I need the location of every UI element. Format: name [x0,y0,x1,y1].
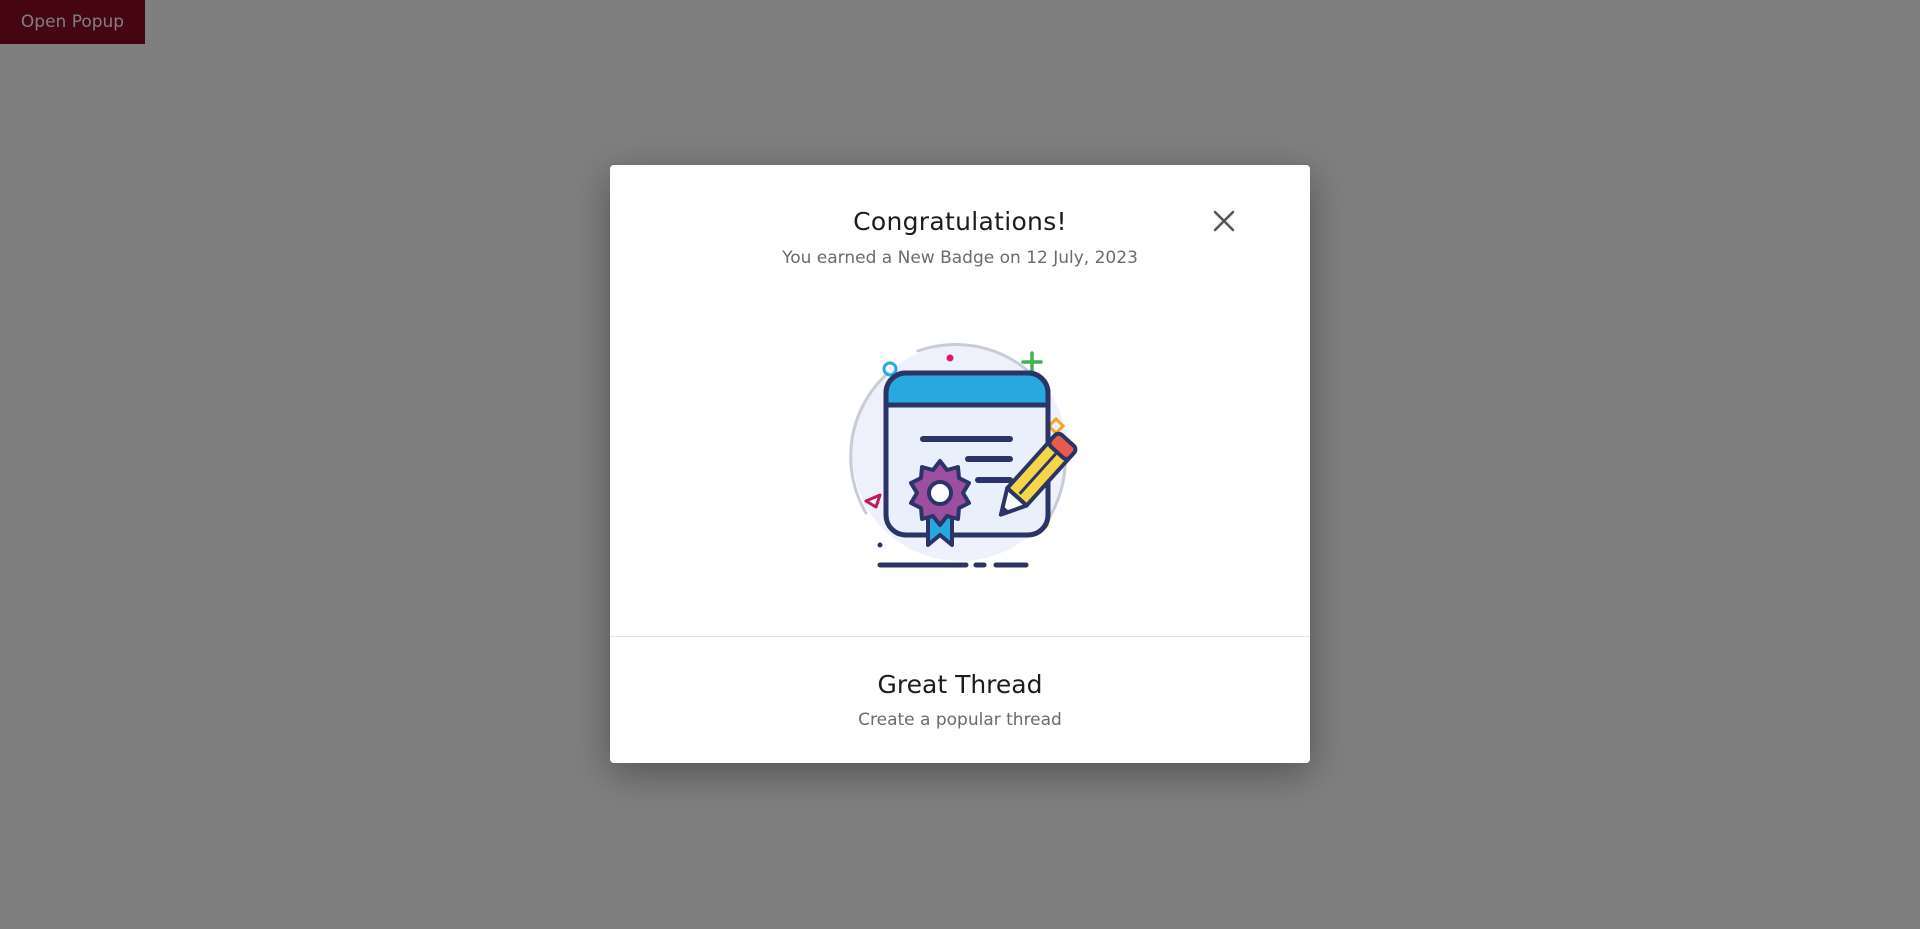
certificate-badge-icon [849,343,1078,568]
modal-subtitle: You earned a New Badge on 12 July, 2023 [782,248,1138,268]
modal-title: Congratulations! [853,207,1067,236]
page: Open Popup Congratulations! You earned a… [0,0,1920,929]
badge-description: Create a popular thread [858,710,1062,730]
badge-name: Great Thread [877,670,1043,699]
close-icon [1213,210,1235,232]
badge-modal: Congratulations! You earned a New Badge … [610,165,1310,763]
close-button[interactable] [1206,203,1242,239]
badge-info-section: Great Thread Create a popular thread [610,637,1310,763]
modal-header-section: Congratulations! You earned a New Badge … [610,165,1310,637]
